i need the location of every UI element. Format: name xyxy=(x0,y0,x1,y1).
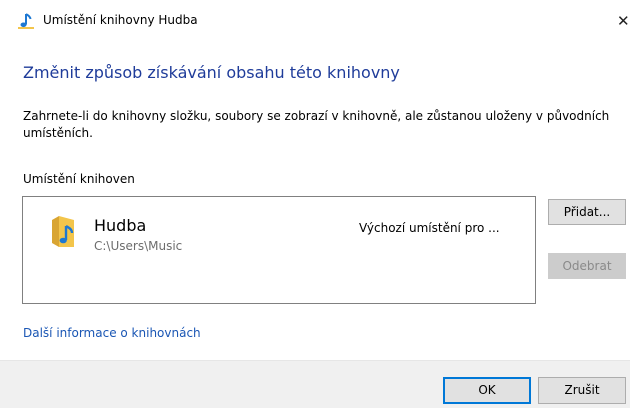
title-bar: Umístění knihovny Hudba ✕ xyxy=(0,0,630,42)
cancel-button[interactable]: Zrušit xyxy=(538,377,626,404)
location-status: Výchozí umístění pro ... xyxy=(359,221,500,235)
add-button[interactable]: Přidat... xyxy=(548,199,626,225)
window-title: Umístění knihovny Hudba xyxy=(43,13,198,27)
description-text: Zahrnete-li do knihovny složku, soubory … xyxy=(23,109,610,140)
close-button[interactable]: ✕ xyxy=(617,9,630,33)
dialog-footer: OK Zrušit xyxy=(0,360,630,408)
more-info-link[interactable]: Další informace o knihovnách xyxy=(23,326,201,340)
location-name: Hudba xyxy=(94,216,147,235)
ok-button[interactable]: OK xyxy=(443,377,531,404)
location-path: C:\Users\Music xyxy=(94,239,183,253)
library-locations-list[interactable]: Hudba C:\Users\Music Výchozí umístění pr… xyxy=(22,196,536,304)
remove-button[interactable]: Odebrat xyxy=(548,253,626,279)
page-heading: Změnit způsob získávání obsahu této knih… xyxy=(23,63,400,82)
music-folder-icon xyxy=(52,216,74,247)
library-locations-label: Umístění knihoven xyxy=(23,172,135,186)
location-item-hudba[interactable]: Hudba C:\Users\Music Výchozí umístění pr… xyxy=(23,197,535,267)
music-note-icon xyxy=(18,13,34,29)
